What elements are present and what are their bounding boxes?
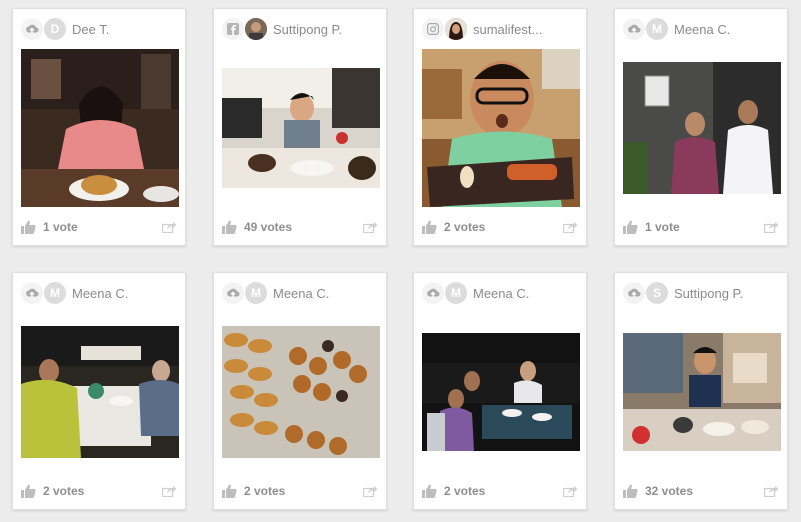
- share-icon: [363, 486, 378, 497]
- share-button[interactable]: [363, 221, 378, 233]
- vote-count: 2 votes: [444, 484, 486, 498]
- share-button[interactable]: [162, 221, 177, 233]
- avatar[interactable]: [245, 18, 267, 40]
- vote-count: 2 votes: [43, 484, 85, 498]
- card-footer: 32 votes: [623, 481, 779, 501]
- author-name[interactable]: Meena C.: [473, 286, 529, 301]
- vote-count: 1 vote: [43, 220, 78, 234]
- share-icon: [563, 222, 578, 233]
- avatar[interactable]: M: [44, 282, 66, 304]
- food-photo[interactable]: [21, 313, 179, 471]
- food-photo[interactable]: [222, 49, 380, 207]
- avatar[interactable]: [445, 18, 467, 40]
- share-button[interactable]: [764, 221, 779, 233]
- share-icon: [162, 486, 177, 497]
- cloud-upload-icon: [623, 18, 645, 40]
- card-header: D Dee T.: [21, 17, 179, 41]
- share-icon: [764, 222, 779, 233]
- facebook-icon: [222, 18, 244, 40]
- avatar[interactable]: M: [445, 282, 467, 304]
- thumbs-up-icon: [222, 220, 237, 234]
- share-button[interactable]: [563, 221, 578, 233]
- avatar[interactable]: S: [646, 282, 668, 304]
- thumbs-up-icon: [422, 220, 437, 234]
- cloud-upload-icon: [21, 282, 43, 304]
- thumbs-up-icon: [21, 484, 36, 498]
- share-button[interactable]: [162, 485, 177, 497]
- card-header: sumalifest...: [422, 17, 580, 41]
- author-name[interactable]: Suttipong P.: [674, 286, 743, 301]
- photo-card[interactable]: Suttipong P. 49 votes: [213, 8, 387, 246]
- vote-count: 32 votes: [645, 484, 694, 498]
- share-icon: [563, 486, 578, 497]
- thumbs-up-icon: [422, 484, 437, 498]
- thumbs-up-icon: [623, 484, 638, 498]
- cloud-upload-icon: [422, 282, 444, 304]
- author-name[interactable]: Meena C.: [273, 286, 329, 301]
- cloud-upload-icon: [623, 282, 645, 304]
- food-photo[interactable]: [623, 49, 781, 207]
- card-header: S Suttipong P.: [623, 281, 781, 305]
- food-photo[interactable]: [422, 49, 580, 207]
- vote-count: 2 votes: [444, 220, 486, 234]
- vote-button[interactable]: 2 votes: [21, 484, 84, 498]
- author-name[interactable]: Dee T.: [72, 22, 109, 37]
- cloud-upload-icon: [21, 18, 43, 40]
- card-header: Suttipong P.: [222, 17, 380, 41]
- photo-card[interactable]: sumalifest... 2 votes: [413, 8, 587, 246]
- photo-card[interactable]: M Meena C. 2 votes: [213, 272, 387, 510]
- card-footer: 1 vote: [21, 217, 177, 237]
- card-footer: 2 votes: [422, 217, 578, 237]
- vote-button[interactable]: 1 vote: [21, 220, 78, 234]
- share-button[interactable]: [764, 485, 779, 497]
- photo-card[interactable]: M Meena C. 2 votes: [413, 272, 587, 510]
- vote-count: 1 vote: [645, 220, 680, 234]
- share-button[interactable]: [563, 485, 578, 497]
- card-header: M Meena C.: [222, 281, 380, 305]
- food-photo[interactable]: [222, 313, 380, 471]
- avatar[interactable]: M: [646, 18, 668, 40]
- avatar[interactable]: D: [44, 18, 66, 40]
- card-footer: 1 vote: [623, 217, 779, 237]
- photo-card[interactable]: M Meena C. 2 votes: [12, 272, 186, 510]
- card-header: M Meena C.: [623, 17, 781, 41]
- photo-card[interactable]: M Meena C. 1 vote: [614, 8, 788, 246]
- author-name[interactable]: Meena C.: [72, 286, 128, 301]
- food-photo[interactable]: [623, 313, 781, 471]
- share-icon: [162, 222, 177, 233]
- food-photo[interactable]: [422, 313, 580, 471]
- card-header: M Meena C.: [422, 281, 580, 305]
- vote-count: 49 votes: [244, 220, 293, 234]
- thumbs-up-icon: [222, 484, 237, 498]
- food-photo[interactable]: [21, 49, 179, 207]
- avatar[interactable]: M: [245, 282, 267, 304]
- vote-button[interactable]: 32 votes: [623, 484, 693, 498]
- vote-button[interactable]: 1 vote: [623, 220, 680, 234]
- share-icon: [764, 486, 779, 497]
- card-footer: 2 votes: [222, 481, 378, 501]
- vote-button[interactable]: 49 votes: [222, 220, 292, 234]
- share-icon: [363, 222, 378, 233]
- vote-button[interactable]: 2 votes: [222, 484, 285, 498]
- vote-button[interactable]: 2 votes: [422, 220, 485, 234]
- photo-card[interactable]: D Dee T. 1 vote: [12, 8, 186, 246]
- cloud-upload-icon: [222, 282, 244, 304]
- author-name[interactable]: sumalifest...: [473, 22, 542, 37]
- share-button[interactable]: [363, 485, 378, 497]
- author-name[interactable]: Suttipong P.: [273, 22, 342, 37]
- thumbs-up-icon: [623, 220, 638, 234]
- card-footer: 2 votes: [21, 481, 177, 501]
- vote-count: 2 votes: [244, 484, 286, 498]
- card-header: M Meena C.: [21, 281, 179, 305]
- author-name[interactable]: Meena C.: [674, 22, 730, 37]
- card-footer: 49 votes: [222, 217, 378, 237]
- thumbs-up-icon: [21, 220, 36, 234]
- vote-button[interactable]: 2 votes: [422, 484, 485, 498]
- card-footer: 2 votes: [422, 481, 578, 501]
- instagram-icon: [422, 18, 444, 40]
- photo-card[interactable]: S Suttipong P. 32 votes: [614, 272, 788, 510]
